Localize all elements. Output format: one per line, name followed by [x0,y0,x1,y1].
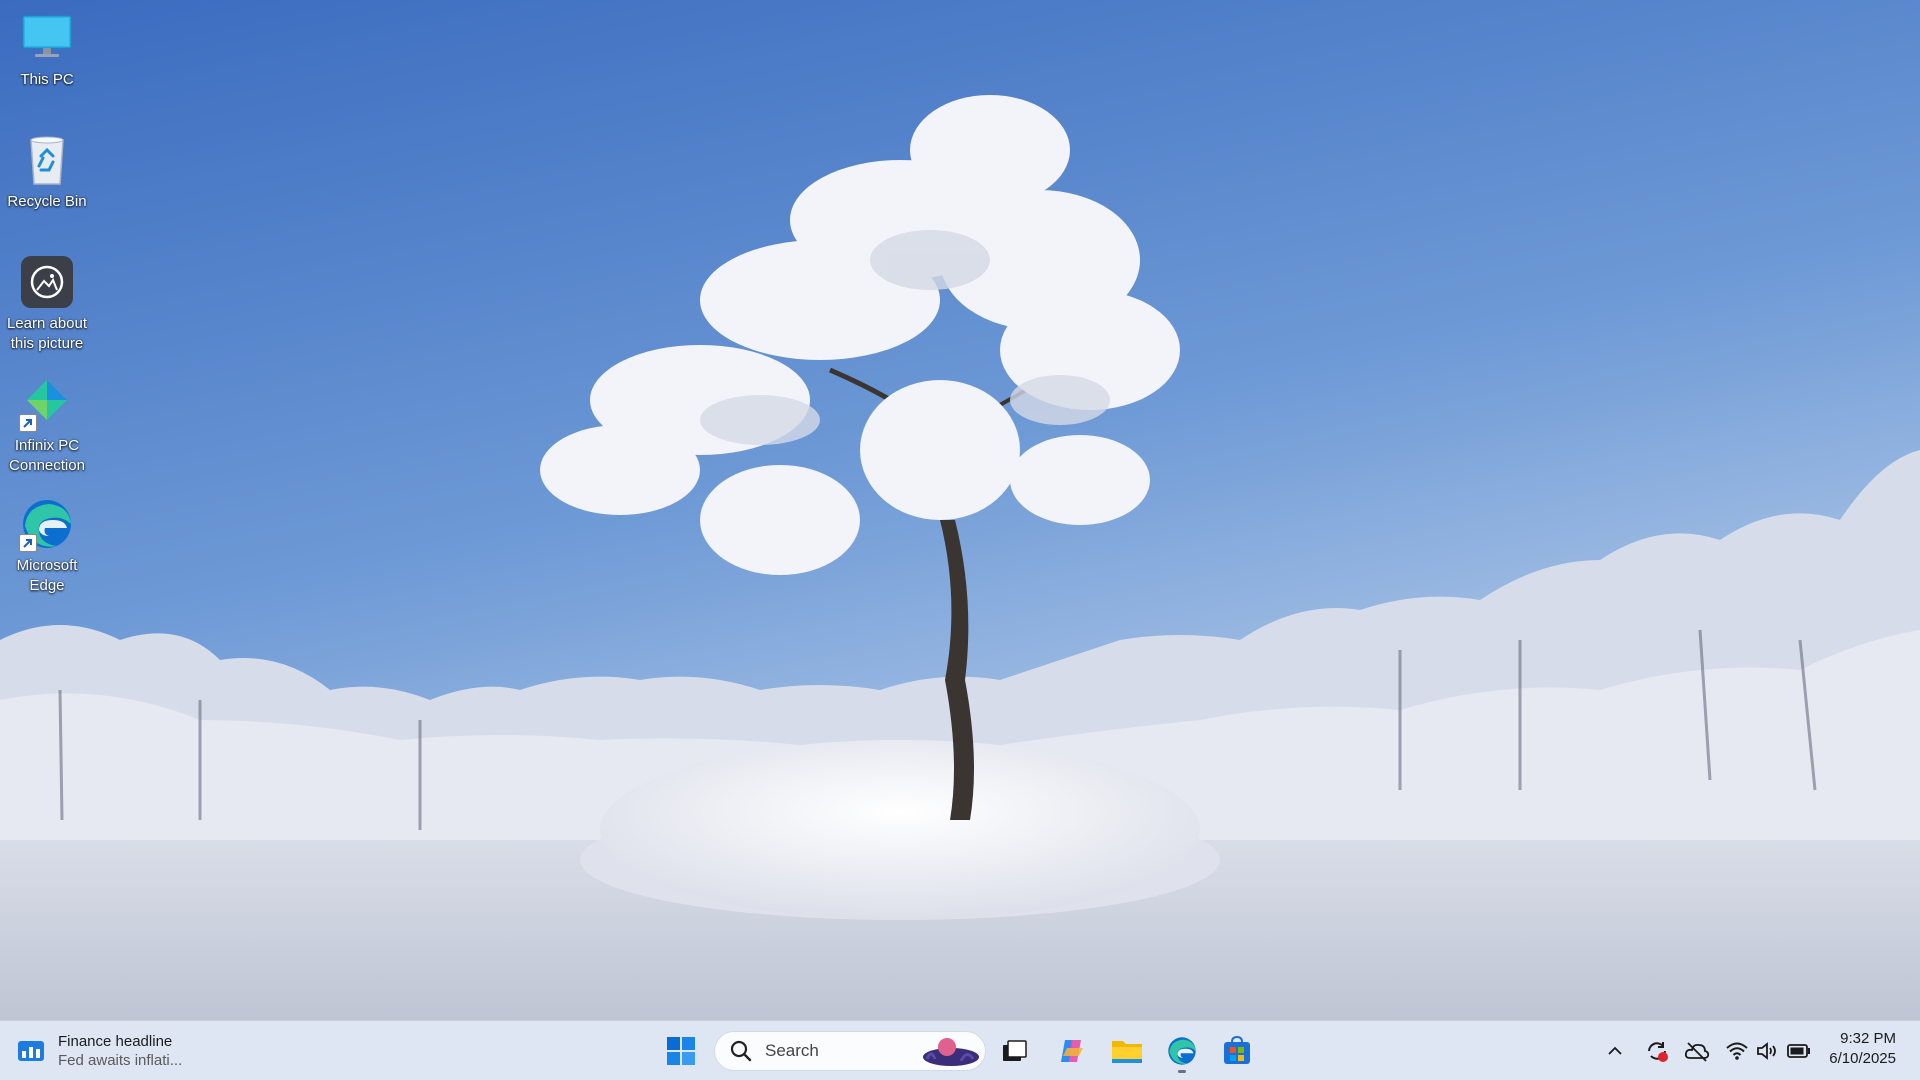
clock-time: 9:32 PM [1840,1030,1896,1047]
desktop-icon-label: Infinix PC Connection [9,437,85,474]
learn-picture-icon [19,254,75,310]
widget-subtitle: Fed awaits inflati... [58,1052,183,1069]
widgets-button[interactable]: Finance headline Fed awaits inflati... [16,1027,206,1075]
search-highlight-icon [923,1038,979,1066]
file-explorer-button[interactable] [1103,1027,1151,1075]
search-placeholder: Search [765,1041,819,1060]
copilot-button[interactable] [1048,1027,1096,1075]
desktop-icon-label: Learn about this picture [6,315,88,352]
desktop-icon-recycle-bin[interactable]: Recycle Bin [4,132,90,212]
task-view-button[interactable] [990,1027,1038,1075]
shortcut-arrow-icon [19,414,37,432]
sync-status-button[interactable] [1640,1021,1674,1080]
cloud-offline-icon [1684,1042,1710,1062]
running-indicator [1178,1070,1186,1073]
this-pc-icon [19,10,75,66]
speaker-icon [1757,1042,1776,1060]
onedrive-button[interactable] [1680,1021,1714,1080]
infinix-pc-connection-icon [19,376,75,432]
task-view-icon [1003,1040,1027,1061]
windows-logo-icon [667,1037,695,1065]
desktop-icon-label: This PC [20,71,74,88]
wifi-icon [1726,1042,1748,1060]
edge-icon [1168,1037,1196,1065]
taskbar: Finance headline Fed awaits inflati... S… [0,1020,1920,1080]
microsoft-store-button[interactable] [1213,1027,1261,1075]
edge-taskbar-button[interactable] [1158,1027,1206,1075]
battery-icon [1787,1044,1810,1058]
desktop-icon-microsoft-edge[interactable]: Microsoft Edge [4,496,90,596]
network-button[interactable] [1722,1021,1752,1080]
store-icon [1224,1036,1250,1064]
desktop-icon-infinix-pc-connection[interactable]: Infinix PC Connection [4,376,90,476]
clock-date: 6/10/2025 [1829,1050,1896,1067]
chevron-up-icon [1608,1046,1622,1055]
taskbar-search[interactable]: Search [714,1031,986,1071]
copilot-icon [1061,1040,1083,1062]
battery-button[interactable] [1782,1021,1816,1080]
folder-icon [1112,1041,1142,1063]
desktop-icon-label: Recycle Bin [7,193,87,210]
wallpaper-image [0,0,1920,1020]
show-hidden-icons-button[interactable] [1600,1021,1630,1080]
widget-headline: Finance headline [58,1033,173,1050]
desktop-icon-learn-about-this-picture[interactable]: Learn about this picture [4,254,90,354]
search-icon [730,1040,752,1062]
start-button[interactable] [657,1027,705,1075]
clock-button[interactable]: 9:32 PM 6/10/2025 [1829,1029,1896,1069]
finance-widget-icon [16,1036,46,1066]
desktop-wallpaper[interactable] [0,0,1920,1020]
sync-alert-icon [1648,1042,1668,1062]
desktop-icon-this-pc[interactable]: This PC [4,10,90,90]
recycle-bin-icon [19,132,75,188]
volume-button[interactable] [1752,1021,1782,1080]
edge-icon [19,496,75,552]
shortcut-arrow-icon [19,534,37,552]
desktop-icon-label: Microsoft Edge [16,557,78,594]
